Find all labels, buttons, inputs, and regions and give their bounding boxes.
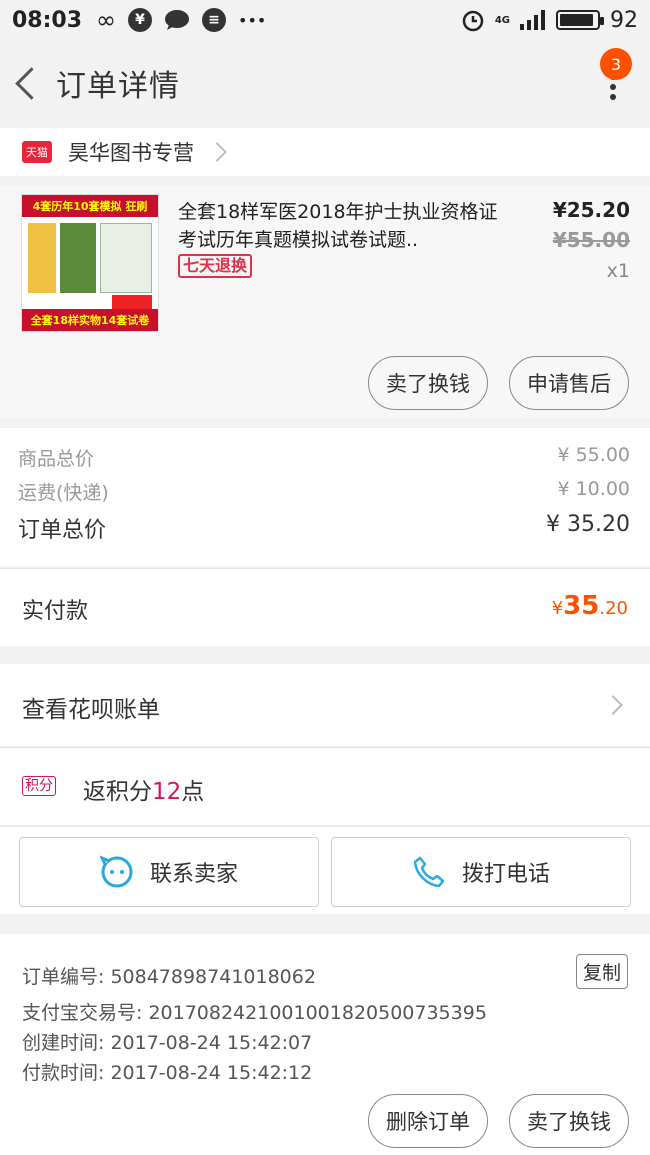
tmall-logo-icon: 天猫 <box>22 141 52 163</box>
store-row[interactable]: 天猫 昊华图书专营 <box>0 128 650 176</box>
order-total-row: 订单总价 ¥ 35.20 <box>18 512 630 544</box>
more-dots-icon: ••• <box>238 10 267 30</box>
contact-seller-label: 联系卖家 <box>149 862 238 887</box>
status-icons-right: 4G 92 <box>461 8 638 33</box>
alipay-trade-number: 支付宝交易号: 2017082421001001820500735395 <box>22 1002 487 1024</box>
call-button[interactable]: 拨打电话 <box>331 837 631 907</box>
image-top-banner: 4套历年10套模拟 狂刷 <box>22 195 158 217</box>
chat-smile-icon <box>99 855 133 888</box>
copy-button[interactable]: 复制 <box>575 954 628 989</box>
notification-badge: 3 <box>600 48 632 80</box>
status-icons-left: ∞ ¥ ≡ ••• <box>96 6 266 34</box>
contact-seller-button[interactable]: 联系卖家 <box>19 837 319 907</box>
paid-amount: ¥35.20 <box>551 591 628 621</box>
points-text: 返积分12点 <box>83 779 205 805</box>
goods-total-label: 商品总价 <box>18 448 95 470</box>
app-header: 订单详情 3 <box>0 40 650 126</box>
store-name: 昊华图书专营 <box>68 141 194 165</box>
paid-amount-row: 实付款 ¥35.20 <box>0 568 650 646</box>
after-sale-button[interactable]: 申请售后 <box>509 356 629 410</box>
order-info: 订单编号: 50847898741018062 复制 支付宝交易号: 20170… <box>0 934 650 1155</box>
delete-order-button[interactable]: 删除订单 <box>368 1094 488 1148</box>
yen-icon: ¥ <box>128 8 153 32</box>
sell-for-cash-bottom-button[interactable]: 卖了换钱 <box>509 1094 629 1148</box>
status-time: 08:03 <box>12 7 83 33</box>
original-price: ¥55.00 <box>552 228 630 252</box>
product-card: 4套历年10套模拟 狂刷 全套18样实物14套试卷 全套18样军医2018年护士… <box>0 186 650 418</box>
points-badge: 积分 <box>22 776 56 796</box>
message-icon: ≡ <box>202 8 227 32</box>
paid-label: 实付款 <box>22 599 89 624</box>
contact-row: 联系卖家 拨打电话 <box>0 826 650 914</box>
battery-icon <box>556 10 604 30</box>
alarm-icon <box>462 10 484 32</box>
infinity-icon: ∞ <box>96 6 117 34</box>
chevron-right-icon <box>207 142 227 162</box>
phone-icon <box>413 856 445 888</box>
page-title: 订单详情 <box>56 69 180 104</box>
huabei-bill-row[interactable]: 查看花呗账单 <box>0 664 650 746</box>
call-label: 拨打电话 <box>461 862 550 887</box>
chat-bubble-icon <box>165 10 190 30</box>
points-row: 积分 返积分12点 <box>0 747 650 825</box>
product-image[interactable]: 4套历年10套模拟 狂刷 全套18样实物14套试卷 <box>21 194 159 332</box>
order-total-value: ¥ 35.20 <box>546 512 630 537</box>
order-total-label: 订单总价 <box>18 518 107 543</box>
status-bar: 08:03 ∞ ¥ ≡ ••• 4G 92 <box>0 0 650 40</box>
shipping-label: 运费(快递) <box>18 482 109 504</box>
chevron-right-icon <box>603 695 623 715</box>
goods-total-value: ¥ 55.00 <box>557 444 630 466</box>
price-summary: 商品总价 ¥ 55.00 运费(快递) ¥ 10.00 订单总价 ¥ 35.20 <box>0 428 650 566</box>
product-title[interactable]: 全套18样军医2018年护士执业资格证考试历年真题模拟试卷试题.. <box>178 198 508 254</box>
sell-for-cash-button[interactable]: 卖了换钱 <box>368 356 488 410</box>
network-label: 4G <box>494 14 510 26</box>
image-bottom-banner: 全套18样实物14套试卷 <box>22 309 158 331</box>
order-number: 订单编号: 50847898741018062 <box>22 966 316 988</box>
bill-label: 查看花呗账单 <box>22 697 160 723</box>
shipping-row: 运费(快递) ¥ 10.00 <box>18 478 630 505</box>
product-quantity: x1 <box>606 260 630 282</box>
signal-icon <box>520 10 545 30</box>
goods-total-row: 商品总价 ¥ 55.00 <box>18 444 630 471</box>
product-price: ¥25.20 <box>552 198 630 222</box>
return-policy-tag: 七天退换 <box>178 254 253 278</box>
back-icon[interactable] <box>12 69 40 97</box>
shipping-value: ¥ 10.00 <box>557 478 630 500</box>
paid-time: 付款时间: 2017-08-24 15:42:12 <box>22 1062 313 1084</box>
created-time: 创建时间: 2017-08-24 15:42:07 <box>22 1032 313 1054</box>
battery-level: 92 <box>610 7 638 33</box>
